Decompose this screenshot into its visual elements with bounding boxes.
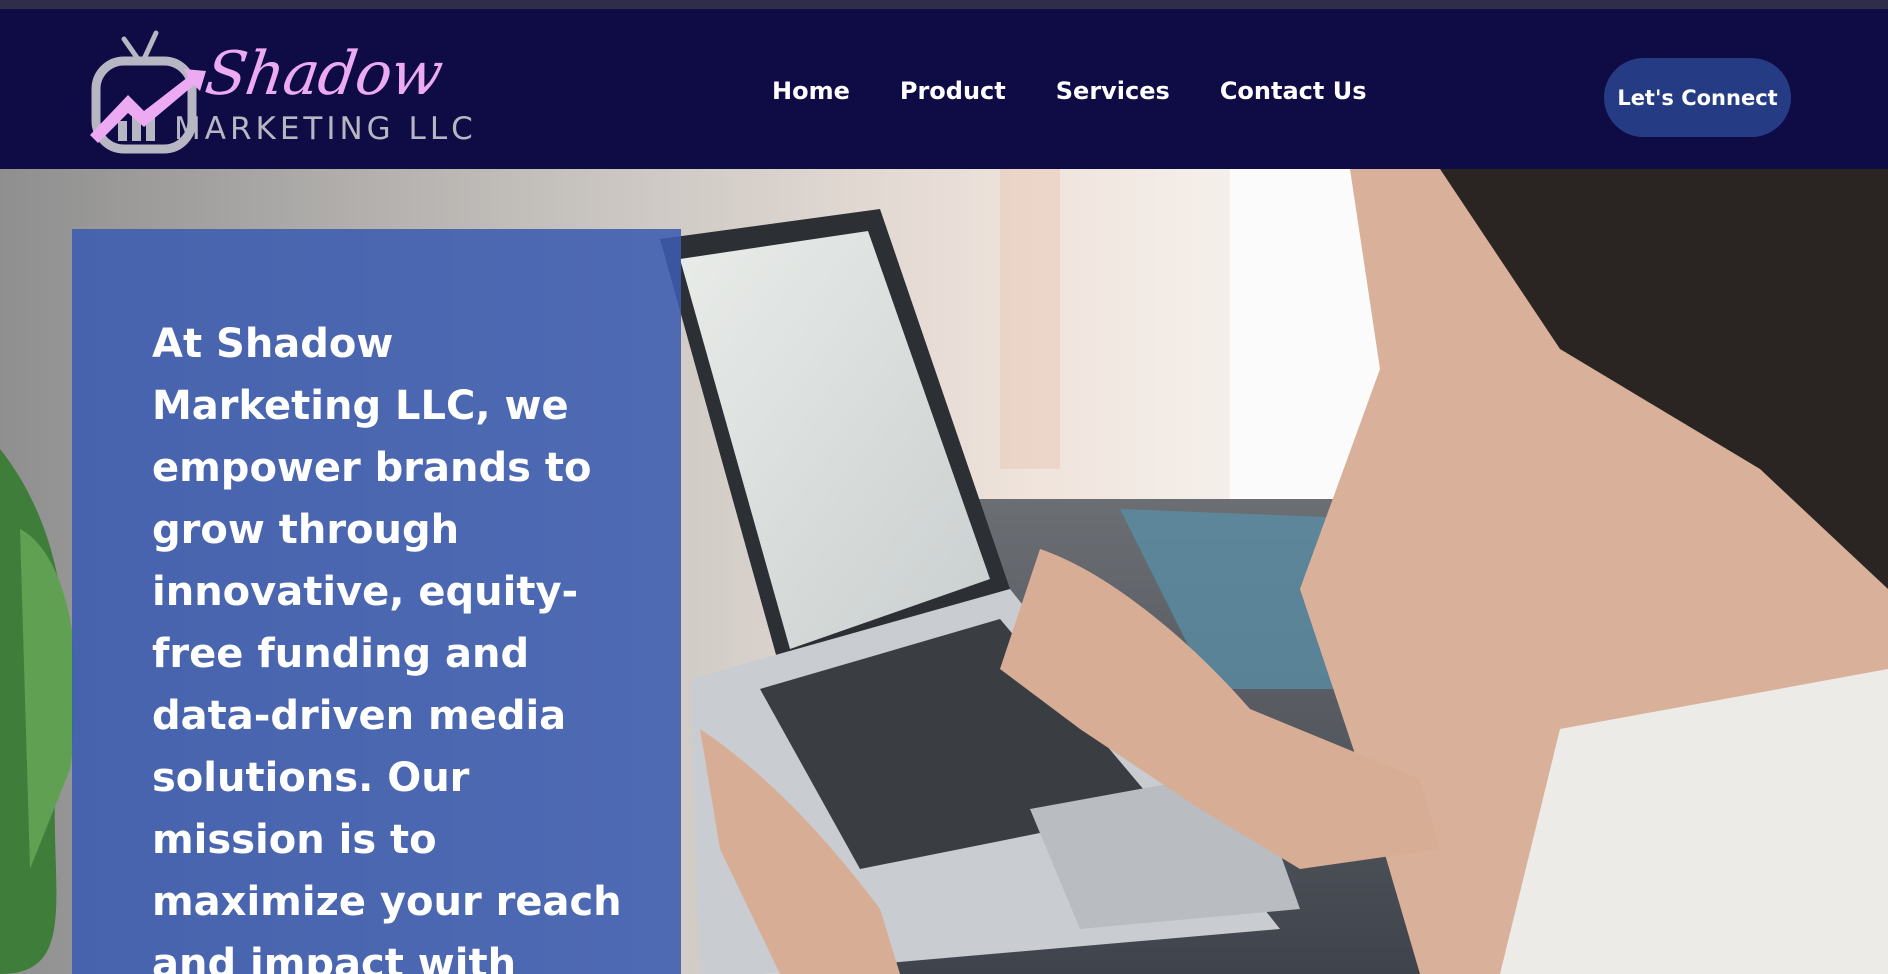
hero-mission-text: At Shadow Marketing LLC, we empower bran…	[152, 321, 622, 974]
nav-home[interactable]: Home	[772, 77, 850, 105]
nav-product[interactable]: Product	[900, 77, 1006, 105]
hero-overlay-panel: At Shadow Marketing LLC, we empower bran…	[72, 229, 681, 974]
browser-top-strip	[0, 0, 1888, 9]
lets-connect-button[interactable]: Let's Connect	[1604, 58, 1791, 137]
main-nav: Home Product Services Contact Us	[772, 77, 1367, 105]
site-header: Shadow MARKETING LLC Home Product Servic…	[0, 9, 1888, 169]
nav-services[interactable]: Services	[1056, 77, 1170, 105]
nav-contact-us[interactable]: Contact Us	[1220, 77, 1367, 105]
logo-script-text: Shadow	[201, 39, 447, 109]
hero-section: At Shadow Marketing LLC, we empower bran…	[0, 169, 1888, 974]
logo-sub-text: MARKETING LLC	[174, 111, 477, 147]
site-logo[interactable]: Shadow MARKETING LLC	[88, 25, 473, 165]
